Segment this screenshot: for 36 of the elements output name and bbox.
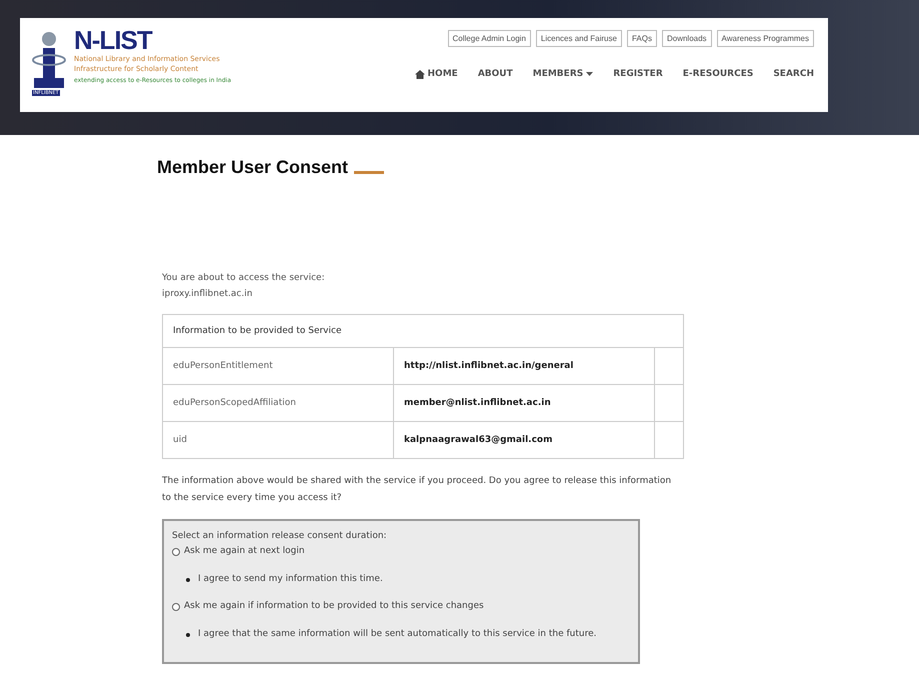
consent-prompt: Select an information release consent duration: xyxy=(172,530,388,543)
top-link[interactable]: College Admin Login xyxy=(448,30,531,47)
nav-item[interactable]: ABOUT xyxy=(478,69,513,79)
attribute-name-cell: eduPersonScopedAffiliation xyxy=(162,384,394,422)
title-accent-line xyxy=(354,171,384,174)
caret-icon xyxy=(586,72,594,76)
logo-emblem-icon xyxy=(32,30,66,88)
attribute-name-cell: eduPersonEntitlement xyxy=(162,348,394,384)
attribute-name-cell: uid xyxy=(162,422,394,458)
attribute-value-cell: http://nlist.inflibnet.ac.in/general xyxy=(394,348,654,384)
option-detail: I agree to send my information this time. xyxy=(198,573,383,586)
table-heading: Information to be provided to Service xyxy=(162,314,684,348)
top-link[interactable]: Licences and Fairuse xyxy=(536,30,622,47)
nav-item[interactable]: REGISTER xyxy=(613,69,663,79)
consent-option[interactable]: Ask me again at next login xyxy=(172,544,630,559)
nav-item[interactable]: SEARCH xyxy=(773,69,814,79)
consent-option[interactable]: Ask me again if information to be provided to this service changes xyxy=(172,599,630,614)
nav-item[interactable]: E-RESOURCES xyxy=(682,69,754,79)
nav-item[interactable]: HOME xyxy=(414,69,458,79)
nav-item[interactable]: MEMBERS xyxy=(532,69,594,79)
radio-button[interactable] xyxy=(172,602,180,610)
bullet-icon xyxy=(186,633,190,637)
service-name: iproxy.inflibnet.ac.in xyxy=(162,288,254,301)
option-detail: I agree that the same information will be sent automatically to this service in the future. xyxy=(198,628,596,641)
question-text: The information above would be shared with the service if you proceed. Do you agree to release this information to the service every time you access it? xyxy=(162,475,672,505)
intro-text: You are about to access the service: xyxy=(162,272,326,285)
logo-title: N-LIST xyxy=(74,26,154,54)
attribute-value-cell: kalpnaagrawal63@gmail.com xyxy=(394,422,654,458)
top-link[interactable]: FAQs xyxy=(626,30,657,47)
page-title: Member User Consent xyxy=(157,157,348,178)
radio-button[interactable] xyxy=(172,548,180,556)
top-link[interactable]: Downloads xyxy=(662,30,712,47)
top-link[interactable]: Awareness Programmes xyxy=(716,30,814,47)
attribute-value-cell: member@nlist.inflibnet.ac.in xyxy=(394,384,654,422)
bullet-icon xyxy=(186,578,190,582)
home-icon xyxy=(414,70,425,78)
